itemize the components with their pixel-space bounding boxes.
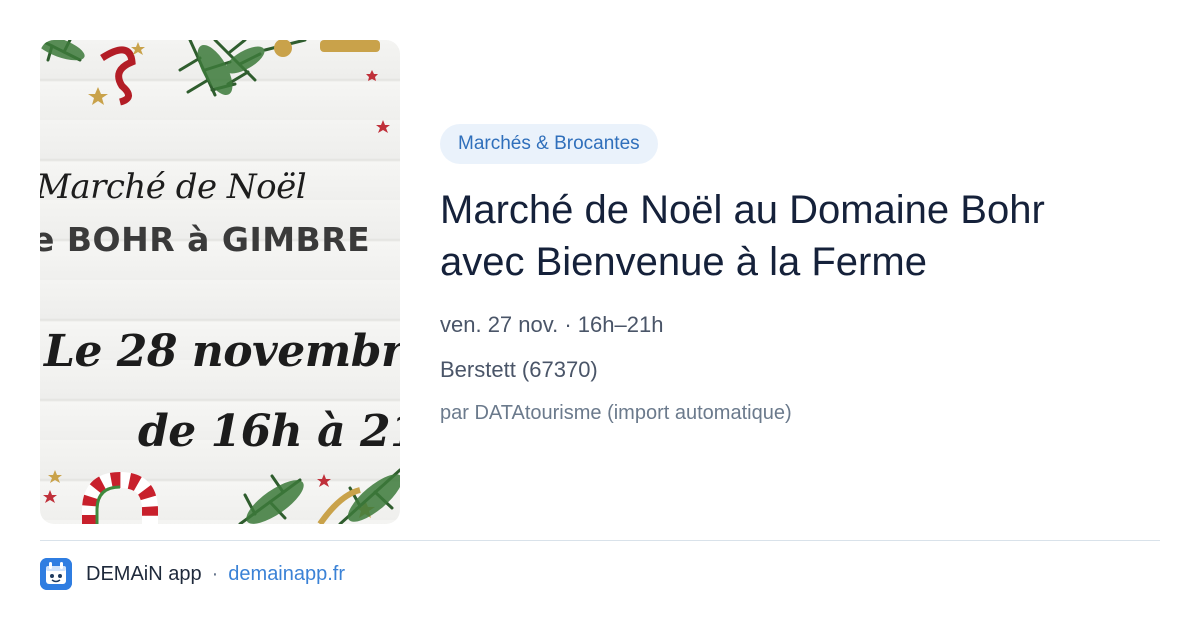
app-domain-link[interactable]: demainapp.fr bbox=[228, 563, 345, 586]
event-title-line-1: Marché de Noël au Domaine Bohr bbox=[440, 188, 1045, 232]
category-chip[interactable]: Marchés & Brocantes bbox=[440, 124, 658, 164]
event-title-line-2: avec Bienvenue à la Ferme bbox=[440, 240, 927, 284]
poster-venue-text: e BOHR à GIMBRE bbox=[40, 220, 371, 259]
event-location: Berstett (67370) bbox=[440, 357, 598, 382]
footer-divider bbox=[40, 540, 1160, 541]
poster-hours-text: de 16h à 21h bbox=[138, 406, 400, 457]
event-date: ven. 27 nov. · 16h–21h bbox=[440, 312, 664, 337]
footer-separator: · bbox=[211, 562, 219, 585]
footer: DEMAiN app · demainapp.fr bbox=[40, 558, 345, 590]
event-poster-image: Marché de Noël e BOHR à GIMBRE Le 28 nov… bbox=[40, 40, 400, 524]
event-share-card: Marché de Noël e BOHR à GIMBRE Le 28 nov… bbox=[0, 0, 1200, 630]
poster-date-text: Le 28 novembre 2 bbox=[44, 326, 400, 377]
event-source: par DATAtourisme (import automatique) bbox=[440, 402, 792, 424]
app-name: DEMAiN app bbox=[86, 562, 202, 585]
demain-app-logo-icon bbox=[40, 558, 72, 590]
event-title: Marché de Noël au Domaine Bohr avec Bien… bbox=[440, 184, 1160, 288]
poster-title-text: Marché de Noël bbox=[40, 167, 307, 207]
